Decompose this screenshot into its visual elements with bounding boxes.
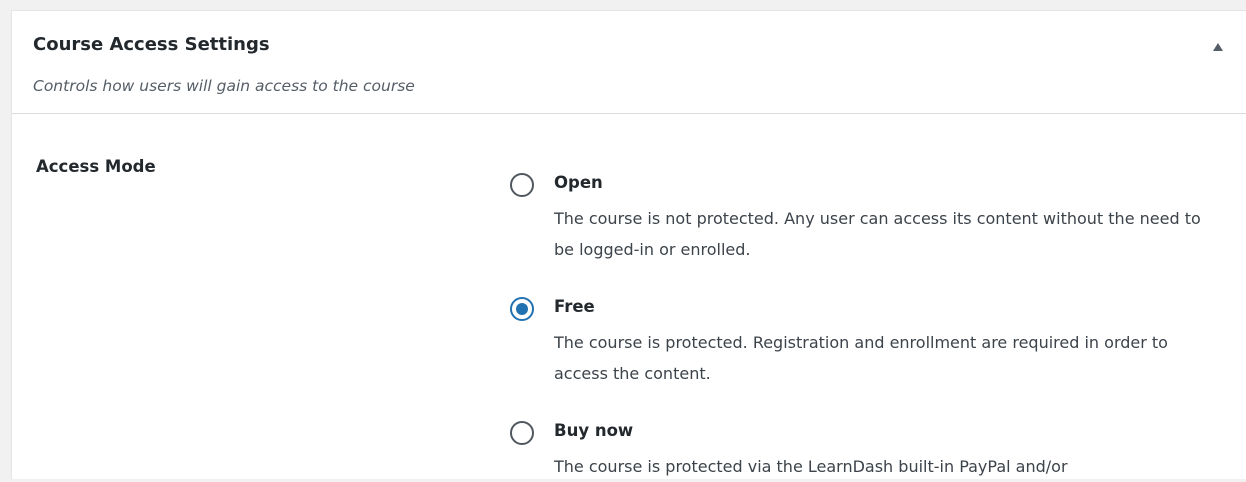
option-description-free: The course is protected. Registration an… (554, 333, 1168, 383)
radio-free[interactable] (510, 297, 534, 321)
triangle-up-icon[interactable] (1210, 39, 1226, 55)
radio-buy-now[interactable] (510, 421, 534, 445)
panel-header: Course Access Settings Controls how user… (12, 11, 1246, 114)
option-title-free[interactable]: Free (554, 297, 595, 316)
access-mode-label: Access Mode (36, 157, 156, 176)
radio-open[interactable] (510, 173, 534, 197)
option-title-open[interactable]: Open (554, 173, 603, 192)
panel-title: Course Access Settings (33, 34, 270, 55)
panel-subtitle: Controls how users will gain access to t… (33, 77, 415, 95)
option-title-buy-now[interactable]: Buy now (554, 421, 633, 440)
option-description-open: The course is not protected. Any user ca… (554, 209, 1201, 259)
option-description-buy-now: The course is protected via the LearnDas… (554, 457, 1068, 476)
